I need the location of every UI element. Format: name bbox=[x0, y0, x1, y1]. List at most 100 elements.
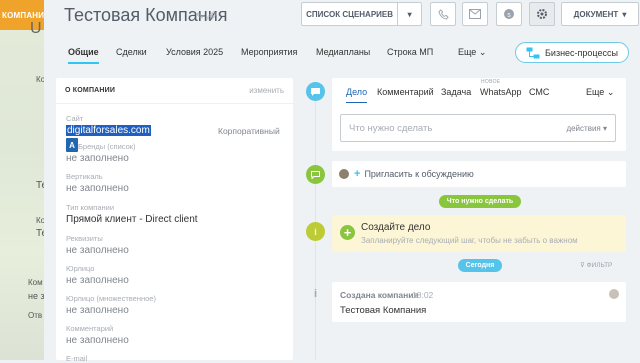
card-header: О КОМПАНИИ изменить bbox=[56, 78, 293, 104]
mail-button[interactable] bbox=[462, 2, 488, 26]
title-icons: ✎ 🔗︎ bbox=[196, 11, 218, 22]
field-label: E-mail bbox=[66, 354, 88, 363]
field-label: Тип компании bbox=[66, 203, 115, 212]
editor-more-label: Еще bbox=[586, 87, 605, 97]
tab-deals[interactable]: Сделки bbox=[116, 47, 147, 57]
field-vertical: Вертикаль не заполнено bbox=[66, 172, 129, 194]
tab-mp-line[interactable]: Строка МП bbox=[387, 47, 433, 57]
skype-button[interactable]: s bbox=[496, 2, 522, 26]
field-site: Сайт digitalforsales.com bbox=[66, 114, 151, 136]
tab-conditions[interactable]: Условия 2025 bbox=[166, 47, 223, 57]
site-link[interactable]: digitalforsales.com bbox=[66, 125, 151, 136]
create-activity-block[interactable]: + Создайте дело Запланируйте следующий ш… bbox=[332, 215, 626, 252]
field-value: не заполнено bbox=[66, 153, 129, 164]
tab-general[interactable]: Общие bbox=[68, 47, 99, 64]
field-label: Юрлицо bbox=[66, 264, 95, 273]
scenarios-button[interactable]: СПИСОК СЦЕНАРИЕВ ▾ bbox=[301, 2, 422, 26]
tabs-bar: Общие Сделки Условия 2025 Мероприятия Ме… bbox=[44, 38, 640, 68]
info-icon: i bbox=[306, 222, 325, 241]
field-requisites: Реквизиты не заполнено bbox=[66, 234, 129, 256]
tab-more[interactable]: Еще ⌄ bbox=[458, 47, 486, 58]
scenarios-label: СПИСОК СЦЕНАРИЕВ bbox=[306, 9, 394, 19]
info-icon: i bbox=[313, 287, 318, 300]
chevron-down-icon: ▾ bbox=[602, 123, 607, 133]
skype-icon: s bbox=[504, 9, 514, 19]
actions-dropdown[interactable]: действия ▾ bbox=[566, 124, 607, 133]
field-label: Вертикаль bbox=[66, 172, 103, 181]
user-avatar bbox=[338, 168, 350, 180]
business-processes-label: Бизнес-процессы bbox=[545, 47, 618, 58]
card-heading: О КОМПАНИИ bbox=[65, 87, 116, 94]
field-label: Юрлицо (множественное) bbox=[66, 294, 156, 303]
field-value: не заполнено bbox=[66, 305, 129, 316]
field-label: Бренды (список) bbox=[78, 142, 136, 151]
editor-tab-task[interactable]: Задача bbox=[441, 87, 471, 97]
background-text: Отв bbox=[28, 311, 43, 320]
editor-tab-sms[interactable]: СМС bbox=[529, 87, 549, 97]
field-brands: Бренды (список) не заполнено bbox=[66, 142, 136, 164]
todo-title: Создайте дело bbox=[361, 222, 431, 233]
editor-tab-more[interactable]: Еще ⌄ bbox=[586, 87, 614, 98]
business-processes-button[interactable]: Бизнес-процессы bbox=[515, 42, 629, 63]
chevron-down-icon: ⌄ bbox=[478, 47, 487, 57]
field-label: Сайт bbox=[66, 114, 84, 123]
editor-tab-whatsapp[interactable]: WhatsApp bbox=[480, 87, 522, 97]
tab-more-label: Еще bbox=[458, 47, 477, 57]
edit-pencil-icon[interactable]: ✎ bbox=[196, 11, 204, 21]
svg-text:s: s bbox=[507, 12, 511, 19]
field-value: Прямой клиент - Direct client bbox=[66, 214, 198, 225]
field-value: не заполнено bbox=[66, 335, 129, 346]
document-label: ДОКУМЕНТ bbox=[573, 9, 619, 19]
comment-icon bbox=[306, 165, 325, 184]
plus-icon[interactable]: + bbox=[354, 168, 360, 180]
created-value: Тестовая Компания bbox=[340, 305, 427, 316]
field-legal-entity-multi: Юрлицо (множественное) не заполнено bbox=[66, 294, 156, 316]
phone-icon bbox=[437, 8, 449, 20]
today-pill: Сегодня bbox=[458, 259, 502, 272]
link-icon[interactable]: 🔗︎ bbox=[206, 11, 217, 21]
settings-button[interactable] bbox=[529, 2, 555, 26]
field-comment: Комментарий не заполнено bbox=[66, 324, 129, 346]
chevron-down-icon: ▾ bbox=[622, 9, 627, 19]
page-header: Тестовая Компания ✎ 🔗︎ СПИСОК СЦЕНАРИЕВ … bbox=[44, 0, 640, 34]
invite-bar[interactable]: + Пригласить к обсуждению bbox=[332, 161, 626, 187]
field-legal-entity: Юрлицо не заполнено bbox=[66, 264, 129, 286]
background-text: U bbox=[30, 20, 42, 37]
tab-mediaplans[interactable]: Медиапланы bbox=[316, 47, 370, 57]
field-label: Комментарий bbox=[66, 324, 114, 333]
document-button[interactable]: ДОКУМЕНТ ▾ bbox=[561, 2, 639, 26]
invite-label: Пригласить к обсуждению bbox=[364, 169, 474, 179]
new-badge: НОВОЕ bbox=[481, 79, 501, 85]
todo-input[interactable]: Что нужно сделать действия ▾ bbox=[340, 114, 616, 142]
author-avatar[interactable] bbox=[608, 288, 620, 300]
activity-editor: Дело Комментарий Задача WhatsApp СМС Еще… bbox=[332, 78, 626, 151]
add-icon[interactable]: + bbox=[340, 225, 355, 240]
background-text: Ком bbox=[28, 278, 43, 287]
field-value: не заполнено bbox=[66, 275, 129, 286]
company-info-card: О КОМПАНИИ изменить Сайт digitalforsales… bbox=[56, 78, 293, 363]
filter-icon: ⊽ bbox=[580, 262, 585, 269]
filter-label: ФИЛЬТР bbox=[586, 262, 613, 269]
edit-link[interactable]: изменить bbox=[249, 86, 284, 95]
phone-button[interactable] bbox=[430, 2, 456, 26]
editor-tab-comment[interactable]: Комментарий bbox=[377, 87, 434, 97]
todo-hint: Запланируйте следующий шаг, чтобы не заб… bbox=[361, 236, 578, 245]
editor-tab-deal[interactable]: Дело bbox=[346, 87, 368, 103]
chevron-down-icon: ⌄ bbox=[606, 87, 615, 97]
created-title: Создана компания bbox=[340, 290, 419, 300]
company-slider: Тестовая Компания ✎ 🔗︎ СПИСОК СЦЕНАРИЕВ … bbox=[44, 0, 640, 363]
gear-icon bbox=[537, 9, 547, 19]
todo-pill: Что нужно сделать bbox=[439, 195, 521, 208]
filter-button[interactable]: ⊽ ФИЛЬТР bbox=[580, 261, 612, 269]
created-event: Создана компания 18:02 Тестовая Компания bbox=[332, 282, 626, 322]
actions-label: действия bbox=[566, 123, 601, 133]
site-kind: Корпоративный bbox=[218, 126, 280, 136]
field-value: не заполнено bbox=[66, 245, 129, 256]
chevron-down-icon[interactable]: ▾ bbox=[397, 3, 421, 25]
tab-events[interactable]: Мероприятия bbox=[241, 47, 297, 57]
created-time: 18:02 bbox=[412, 290, 434, 300]
background-text: не з bbox=[28, 291, 45, 301]
field-email: E-mail bbox=[66, 354, 87, 363]
field-value: не заполнено bbox=[66, 183, 129, 194]
field-company-type: Тип компании Прямой клиент - Direct clie… bbox=[66, 203, 198, 225]
